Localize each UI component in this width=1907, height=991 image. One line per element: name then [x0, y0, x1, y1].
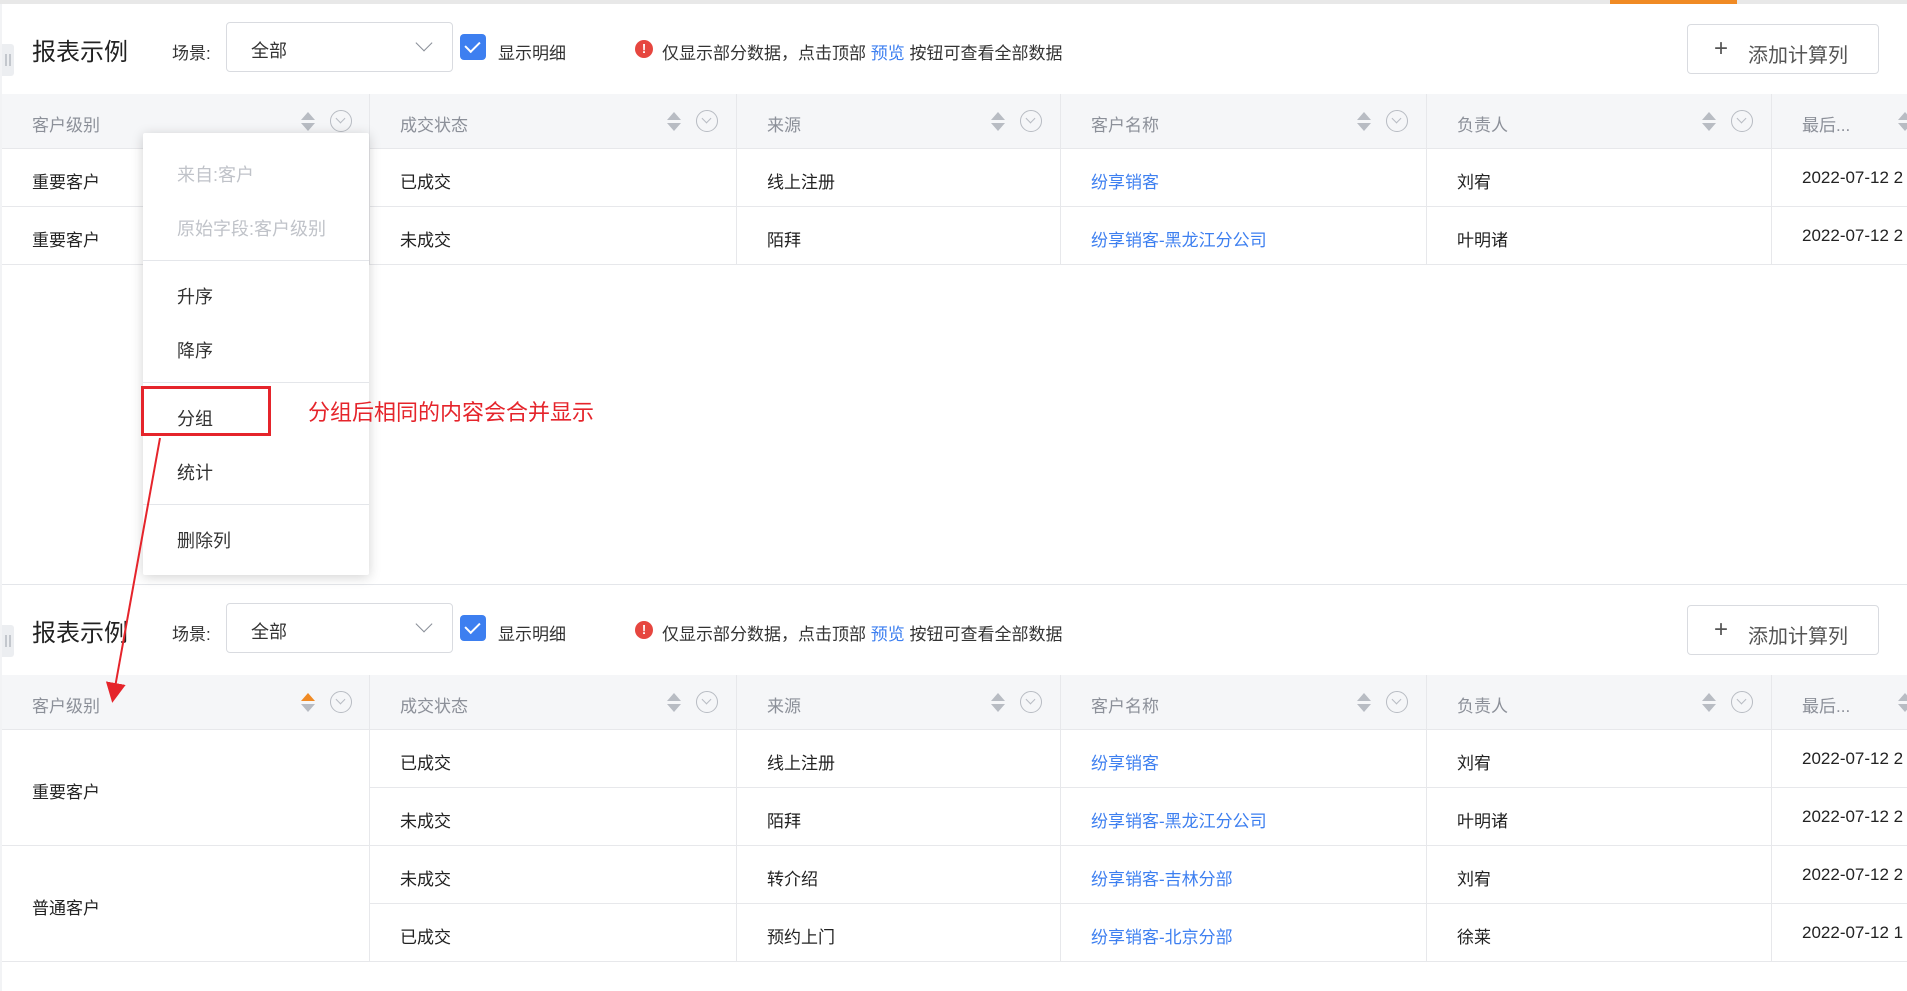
annotation-arrow [105, 437, 161, 703]
